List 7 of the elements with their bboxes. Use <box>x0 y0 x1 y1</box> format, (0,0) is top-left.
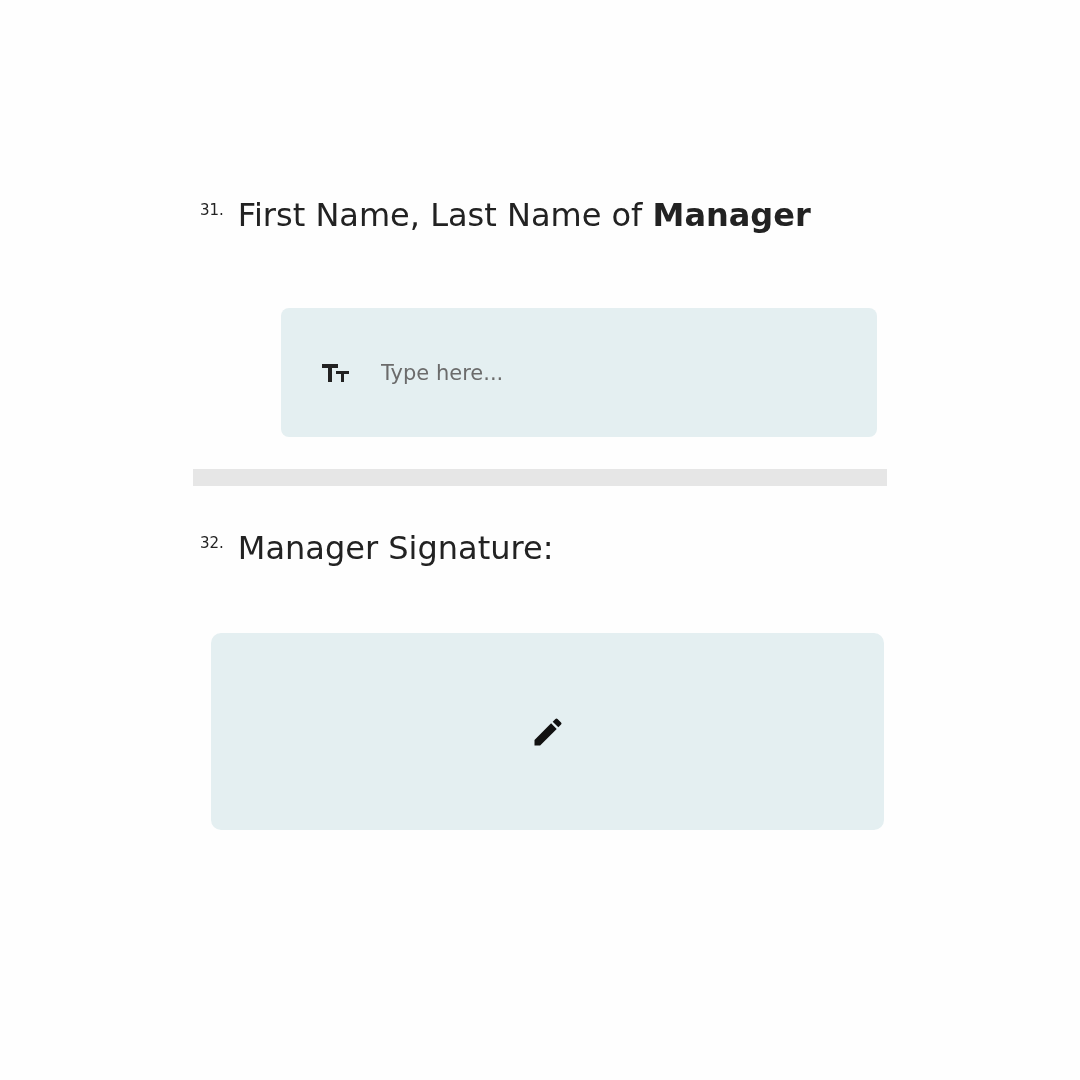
question-label: First Name, Last Name of Manager <box>237 195 811 236</box>
question-number: 31. <box>200 200 224 221</box>
text-size-icon <box>322 362 350 384</box>
question-number: 32. <box>200 533 224 554</box>
question-label: Manager Signature: <box>237 528 554 569</box>
signature-field[interactable] <box>211 633 884 830</box>
text-input-field[interactable]: Type here... <box>281 308 877 437</box>
